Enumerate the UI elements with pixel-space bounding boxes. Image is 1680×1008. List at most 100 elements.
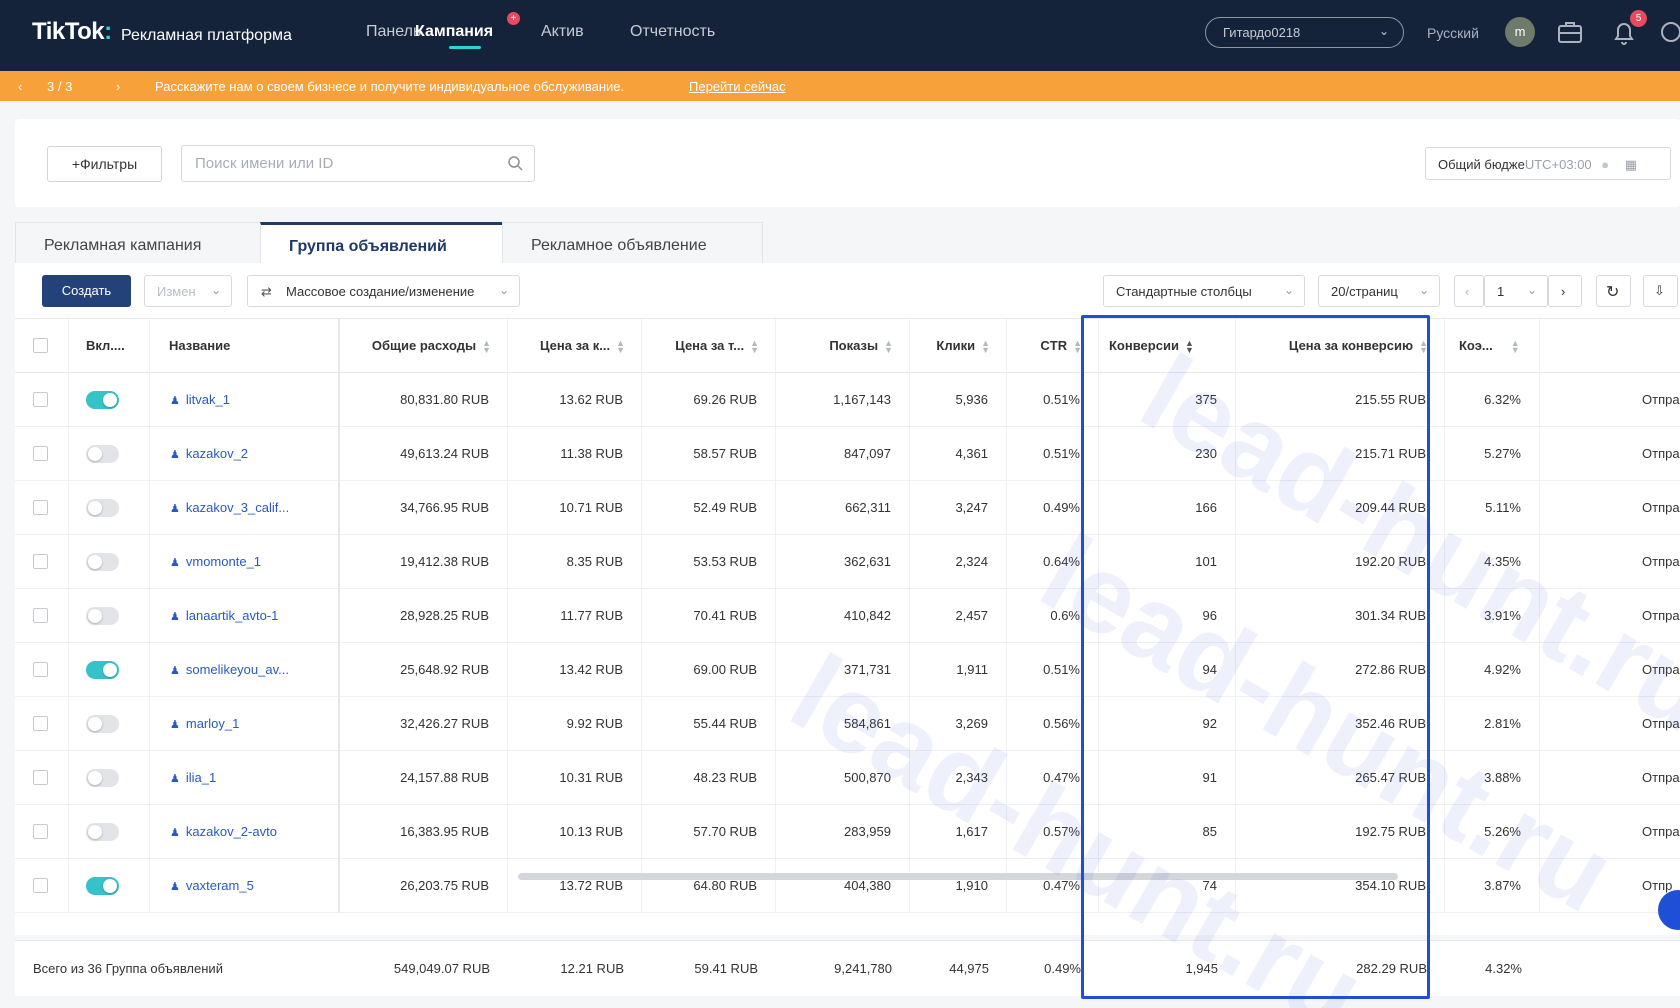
- ad-group-name-link[interactable]: litvak_1: [186, 392, 230, 407]
- status-toggle[interactable]: [86, 715, 119, 733]
- chevron-down-icon: ⌄: [1378, 24, 1389, 38]
- header-status[interactable]: Вкл....: [69, 319, 150, 373]
- ad-group-name-link[interactable]: vaxteram_5: [186, 878, 254, 893]
- tab-ad[interactable]: Рекламное объявление: [502, 222, 763, 263]
- header-cpa[interactable]: Цена за конверсию ▲ ▼: [1236, 319, 1445, 373]
- row-checkbox[interactable]: [33, 770, 48, 785]
- table-row[interactable]: ♟ marloy_1 32,426.27 RUB 9.92 RUB 55.44 RUB 5…: [15, 697, 1680, 751]
- row-checkbox[interactable]: [33, 878, 48, 893]
- header-cvr[interactable]: Коэ... ▲ ▼: [1445, 319, 1540, 373]
- status-toggle[interactable]: [86, 553, 119, 571]
- avatar[interactable]: m: [1505, 17, 1535, 47]
- row-checkbox[interactable]: [33, 608, 48, 623]
- ad-group-name-link[interactable]: kazakov_2: [186, 446, 248, 461]
- filters-button[interactable]: +Фильтры: [47, 146, 162, 182]
- sort-desc-icon[interactable]: ▲ ▼: [1185, 338, 1194, 354]
- status-toggle[interactable]: [86, 823, 119, 841]
- status-toggle[interactable]: [86, 769, 119, 787]
- columns-dropdown[interactable]: Стандартные столбцы ⌄: [1103, 275, 1305, 307]
- search-input[interactable]: Поиск имени или ID: [181, 145, 535, 182]
- header-impressions[interactable]: Показы ▲ ▼: [776, 319, 910, 373]
- ad-group-name-link[interactable]: somelikeyou_av...: [186, 662, 289, 677]
- table-row[interactable]: ♟ litvak_1 80,831.80 RUB 13.62 RUB 69.26 RUB…: [15, 373, 1680, 427]
- table-row[interactable]: ♟ kazakov_2 49,613.24 RUB 11.38 RUB 58.57 RU…: [15, 427, 1680, 481]
- cell-cpc: 10.13 RUB: [508, 805, 642, 859]
- table-row[interactable]: ♟ somelikeyou_av... 25,648.92 RUB 13.42 RUB…: [15, 643, 1680, 697]
- budget-date-filter[interactable]: Общий бюджеUTC+03:00 ● ▦: [1425, 147, 1671, 180]
- banner-link[interactable]: Перейти сейчас: [689, 79, 786, 94]
- header-select-all[interactable]: [15, 319, 69, 373]
- horizontal-scrollbar[interactable]: [518, 873, 1398, 880]
- refresh-button[interactable]: ↻: [1596, 275, 1631, 307]
- header-cpm[interactable]: Цена за т... ▲ ▼: [642, 319, 776, 373]
- nav-dashboard[interactable]: Панель: [366, 23, 421, 41]
- cell-impressions: 662,311: [776, 481, 910, 535]
- sort-icon[interactable]: ▲ ▼: [482, 338, 491, 354]
- export-button[interactable]: ⇩: [1643, 275, 1678, 307]
- tab-campaign[interactable]: Рекламная кампания: [15, 222, 261, 263]
- sort-icon[interactable]: ▲ ▼: [616, 338, 625, 354]
- status-toggle[interactable]: [86, 391, 119, 409]
- row-checkbox[interactable]: [33, 392, 48, 407]
- calendar-icon[interactable]: ▦: [1625, 157, 1637, 172]
- row-checkbox[interactable]: [33, 554, 48, 569]
- nav-reporting[interactable]: Отчетность: [630, 23, 715, 41]
- cell-cvr: 3.87%: [1445, 859, 1540, 913]
- banner-prev-icon[interactable]: ‹: [18, 79, 22, 94]
- bulk-edit-dropdown[interactable]: ⇄ Массовое создание/изменение ⌄: [247, 275, 520, 307]
- page-size-dropdown[interactable]: 20/страниц ⌄: [1318, 275, 1440, 307]
- ad-group-name-link[interactable]: kazakov_2-avto: [186, 824, 277, 839]
- sort-icon[interactable]: ▲ ▼: [750, 338, 759, 354]
- sort-icon[interactable]: ▲ ▼: [1511, 338, 1520, 354]
- sort-icon[interactable]: ▲ ▼: [884, 338, 893, 354]
- row-checkbox[interactable]: [33, 716, 48, 731]
- sort-icon[interactable]: ▲ ▼: [981, 338, 990, 354]
- status-toggle[interactable]: [86, 661, 119, 679]
- ad-group-name-link[interactable]: kazakov_3_calif...: [186, 500, 289, 515]
- header-name[interactable]: Название: [150, 319, 340, 373]
- edit-dropdown[interactable]: Измен ⌄: [144, 275, 232, 307]
- cell-extra: Отправ: [1642, 608, 1680, 623]
- table-row[interactable]: ♟ kazakov_2-avto 16,383.95 RUB 10.13 RUB 57.…: [15, 805, 1680, 859]
- ad-group-name-link[interactable]: ilia_1: [186, 770, 216, 785]
- cell-cvr: 4.35%: [1445, 535, 1540, 589]
- status-toggle[interactable]: [86, 607, 119, 625]
- banner-next-icon[interactable]: ›: [116, 79, 120, 94]
- ad-group-name-link[interactable]: vmomonte_1: [186, 554, 261, 569]
- row-checkbox[interactable]: [33, 446, 48, 461]
- sort-icon[interactable]: ▲ ▼: [1419, 338, 1428, 354]
- table-row[interactable]: ♟ vaxteram_5 26,203.75 RUB 13.72 RUB 64.80 R…: [15, 859, 1680, 913]
- tiktok-logo[interactable]: TikTok:: [32, 18, 112, 46]
- header-conversions[interactable]: Конверсии ▲ ▼: [1099, 319, 1236, 373]
- row-checkbox[interactable]: [33, 662, 48, 677]
- select-all-checkbox[interactable]: [33, 338, 48, 353]
- table-row[interactable]: ♟ vmomonte_1 19,412.38 RUB 8.35 RUB 53.53 RU…: [15, 535, 1680, 589]
- header-clicks[interactable]: Клики ▲ ▼: [910, 319, 1007, 373]
- ad-group-name-link[interactable]: marloy_1: [186, 716, 239, 731]
- next-page-button[interactable]: ›: [1548, 275, 1582, 307]
- table-row[interactable]: ♟ kazakov_3_calif... 34,766.95 RUB 10.71 RU…: [15, 481, 1680, 535]
- header-cpc[interactable]: Цена за к... ▲ ▼: [508, 319, 642, 373]
- account-selector[interactable]: Гитардо0218 ⌄: [1205, 17, 1404, 48]
- status-toggle[interactable]: [86, 499, 119, 517]
- search-icon[interactable]: [507, 155, 523, 175]
- language-switch[interactable]: Русский: [1427, 25, 1479, 41]
- page-number-select[interactable]: 1 ⌄: [1484, 275, 1548, 307]
- tab-ad-group[interactable]: Группа объявлений: [260, 222, 503, 263]
- sort-icon[interactable]: ▲ ▼: [1073, 338, 1082, 354]
- nav-campaign[interactable]: Кампания: [415, 23, 493, 41]
- row-checkbox[interactable]: [33, 500, 48, 515]
- table-row[interactable]: ♟ lanaartik_avto-1 28,928.25 RUB 11.77 RUB 7…: [15, 589, 1680, 643]
- prev-page-button[interactable]: ‹: [1454, 275, 1484, 307]
- row-checkbox[interactable]: [33, 824, 48, 839]
- status-toggle[interactable]: [86, 877, 119, 895]
- status-toggle[interactable]: [86, 445, 119, 463]
- table-row[interactable]: ♟ ilia_1 24,157.88 RUB 10.31 RUB 48.23 RUB 50…: [15, 751, 1680, 805]
- header-ctr[interactable]: CTR ▲ ▼: [1007, 319, 1099, 373]
- nav-assets[interactable]: Актив: [541, 23, 584, 41]
- create-button[interactable]: Создать: [42, 275, 131, 307]
- header-spend[interactable]: Общие расходы ▲ ▼: [340, 319, 508, 373]
- ad-group-name-link[interactable]: lanaartik_avto-1: [186, 608, 279, 623]
- help-icon[interactable]: [1660, 20, 1680, 47]
- briefcase-icon[interactable]: [1557, 20, 1583, 47]
